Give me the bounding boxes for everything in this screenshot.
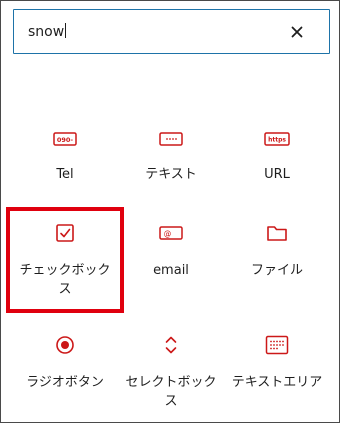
block-item-tel[interactable]: 090- Tel bbox=[12, 127, 118, 187]
folder-icon bbox=[224, 221, 330, 245]
block-item-textarea[interactable]: テキストエリア bbox=[224, 333, 330, 393]
search-input-value[interactable]: snow bbox=[28, 23, 67, 41]
block-label: ファイル bbox=[250, 263, 303, 278]
clear-search-button[interactable] bbox=[287, 22, 307, 42]
search-input[interactable]: snow bbox=[13, 9, 330, 54]
svg-text:https: https bbox=[268, 137, 286, 144]
block-label: セレクトボックス bbox=[125, 375, 217, 409]
close-icon bbox=[291, 26, 303, 38]
block-label: URL bbox=[264, 167, 290, 182]
block-item-select[interactable]: セレクトボックス bbox=[118, 333, 224, 413]
block-label: Tel bbox=[56, 167, 74, 182]
block-item-radio[interactable]: ラジオボタン bbox=[12, 333, 118, 393]
block-inserter-panel: snow 090- Tel テキスト https URL チェックボックス @ … bbox=[0, 0, 340, 423]
email-field-icon: @ bbox=[118, 221, 224, 245]
block-item-file[interactable]: ファイル bbox=[224, 221, 330, 281]
block-label: テキスト bbox=[145, 167, 197, 182]
block-label: テキストエリア bbox=[231, 375, 323, 390]
svg-text:@: @ bbox=[164, 229, 172, 238]
block-item-email[interactable]: @ email bbox=[118, 221, 224, 281]
text-caret bbox=[65, 23, 67, 38]
block-label: ラジオボタン bbox=[26, 375, 104, 390]
highlight-box bbox=[6, 207, 124, 313]
block-label: email bbox=[153, 263, 189, 278]
tel-field-icon: 090- bbox=[12, 127, 118, 151]
svg-text:090-: 090- bbox=[57, 136, 74, 144]
url-field-icon: https bbox=[224, 127, 330, 151]
textarea-icon bbox=[224, 333, 330, 357]
select-chevrons-icon bbox=[118, 333, 224, 357]
text-field-icon bbox=[118, 127, 224, 151]
block-item-text[interactable]: テキスト bbox=[118, 127, 224, 187]
block-item-url[interactable]: https URL bbox=[224, 127, 330, 187]
radio-button-icon bbox=[12, 333, 118, 357]
